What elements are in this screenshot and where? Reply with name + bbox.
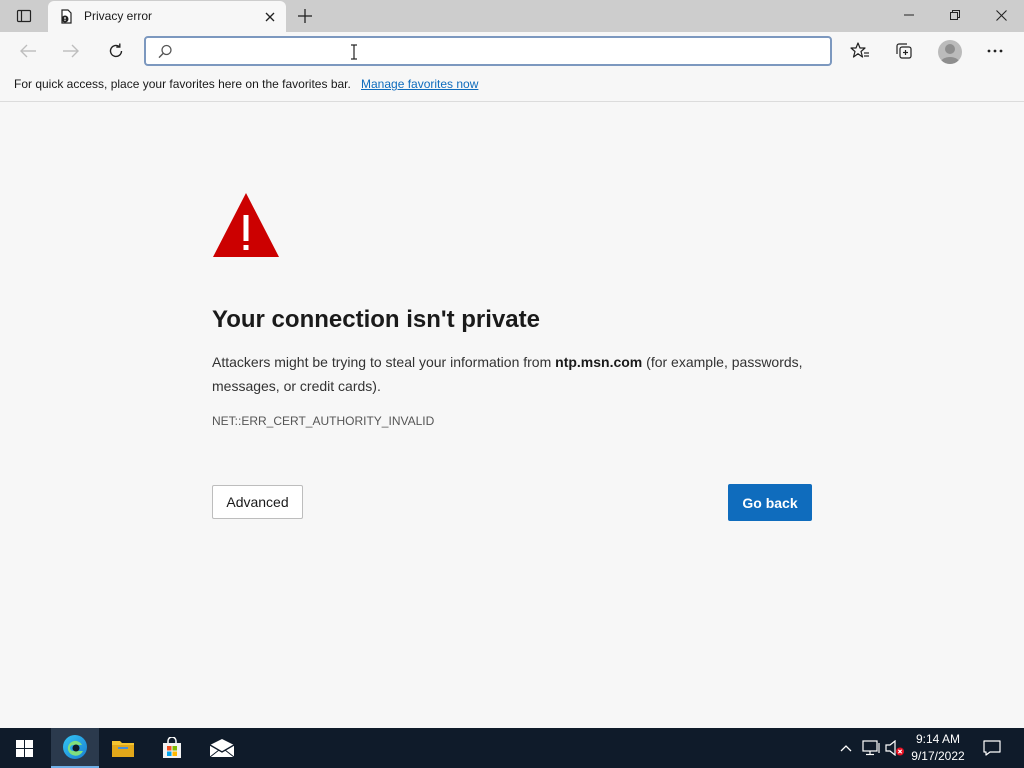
favorites-star-icon <box>850 42 869 58</box>
windows-start-icon <box>15 739 33 757</box>
notifications-icon <box>983 740 1001 756</box>
error-page: Your connection isn't private Attackers … <box>0 103 1024 728</box>
taskbar-clock[interactable]: 9:14 AM 9/17/2022 <box>904 731 972 765</box>
taskbar-mail-button[interactable] <box>198 728 246 768</box>
refresh-button[interactable] <box>100 35 132 67</box>
favorites-bar-message: For quick access, place your favorites h… <box>14 77 351 91</box>
tab-actions-icon <box>16 9 32 23</box>
microsoft-store-icon <box>163 737 181 758</box>
taskbar-file-explorer-button[interactable] <box>99 728 147 768</box>
address-bar[interactable] <box>144 36 832 66</box>
minimize-icon <box>904 14 914 16</box>
advanced-button[interactable]: Advanced <box>212 485 303 519</box>
favorites-button[interactable] <box>844 35 876 67</box>
refresh-icon <box>109 43 123 58</box>
close-icon <box>265 12 275 22</box>
plus-icon <box>298 9 312 23</box>
address-input[interactable] <box>182 40 822 62</box>
clock-date: 9/17/2022 <box>911 749 965 763</box>
favorites-bar: For quick access, place your favorites h… <box>0 70 1024 102</box>
tab-close-button[interactable] <box>260 7 280 27</box>
collections-button[interactable] <box>888 35 920 67</box>
volume-muted-icon <box>885 740 904 756</box>
collections-icon <box>896 43 912 59</box>
restore-button[interactable] <box>932 0 978 30</box>
minimize-button[interactable] <box>886 0 932 30</box>
profile-avatar[interactable] <box>938 40 962 64</box>
settings-menu-button[interactable] <box>979 35 1011 67</box>
mail-icon <box>209 739 235 758</box>
show-hidden-icons-button[interactable] <box>836 728 856 768</box>
action-center-button[interactable] <box>980 728 1004 768</box>
tab-strip: Privacy error <box>0 0 1024 32</box>
restore-icon <box>950 10 960 20</box>
more-options-icon <box>987 49 1003 53</box>
privacy-error-favicon-icon <box>61 9 72 24</box>
new-tab-button[interactable] <box>292 4 318 28</box>
error-description-text: Attackers might be trying to steal your … <box>212 354 556 370</box>
error-description: Attackers might be trying to steal your … <box>212 350 812 398</box>
network-icon <box>862 740 880 756</box>
error-host: ntp.msn.com <box>555 354 643 370</box>
search-icon <box>158 44 172 59</box>
taskbar-edge-button[interactable] <box>51 728 99 768</box>
tab-actions-button[interactable] <box>8 4 40 28</box>
close-icon <box>995 9 1007 21</box>
manage-favorites-link[interactable]: Manage favorites now <box>361 77 478 91</box>
error-title: Your connection isn't private <box>212 306 540 333</box>
close-window-button[interactable] <box>978 0 1024 30</box>
forward-arrow-icon <box>63 44 79 58</box>
forward-button[interactable] <box>55 35 87 67</box>
back-arrow-icon <box>20 44 36 58</box>
error-code: NET::ERR_CERT_AUTHORITY_INVALID <box>212 414 435 428</box>
taskbar: 9:14 AM 9/17/2022 <box>0 728 1024 768</box>
profile-icon <box>940 44 960 64</box>
back-button[interactable] <box>12 35 44 67</box>
volume-tray-button[interactable] <box>884 728 906 768</box>
text-cursor-icon <box>351 44 357 60</box>
taskbar-store-button[interactable] <box>148 728 196 768</box>
tab-title: Privacy error <box>84 9 153 23</box>
clock-time: 9:14 AM <box>915 732 961 746</box>
start-button[interactable] <box>0 728 48 768</box>
tab-privacy-error[interactable]: Privacy error <box>48 1 286 32</box>
browser-toolbar <box>0 32 1024 70</box>
edge-browser-icon <box>63 735 87 759</box>
file-explorer-folder-icon <box>112 741 134 757</box>
go-back-button[interactable]: Go back <box>728 484 812 521</box>
network-tray-button[interactable] <box>860 728 882 768</box>
warning-icon <box>213 193 279 257</box>
chevron-up-icon <box>840 745 852 752</box>
